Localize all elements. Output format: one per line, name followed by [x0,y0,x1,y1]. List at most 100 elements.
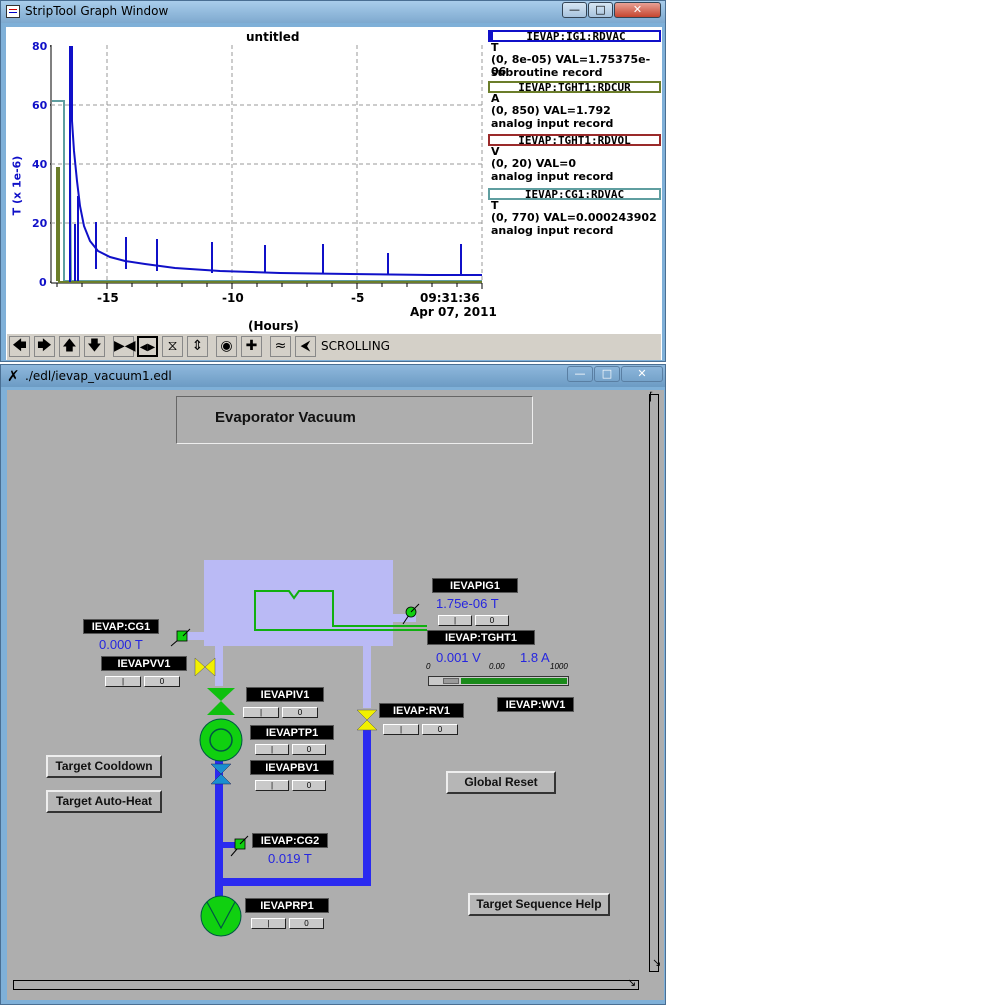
bv1-label-button[interactable]: IEVAPBV1 [250,760,334,775]
iv1-label-button[interactable]: IEVAPIV1 [246,687,324,702]
target-auto-heat-button[interactable]: Target Auto-Heat [46,790,162,813]
vv1-valve-icon [194,657,206,677]
iv1-open-button[interactable]: 0 [282,707,318,718]
rp1-close-button[interactable]: | [251,918,286,929]
scale-mid: 0.00 [489,662,505,671]
target-cooldown-button[interactable]: Target Cooldown [46,755,162,778]
bv1-valve-icon [210,763,232,775]
legend-record: analog input record [491,224,614,237]
tp1-close-button[interactable]: | [255,744,289,755]
legend-item-tght1-vol[interactable]: IEVAP:TGHT1:RDVOL [488,134,661,146]
legend-record: subroutine record [491,66,603,79]
rp1-label-button[interactable]: IEVAPRP1 [245,898,329,913]
autoscale-icon[interactable]: ≈ [270,336,291,357]
window-title: StripTool Graph Window [25,4,169,18]
time-label: 09:31:36 [420,291,480,305]
cg1-label-button[interactable]: IEVAP:CG1 [83,619,159,634]
x-logo-icon: ✗ [7,367,20,385]
tght1-slider[interactable] [428,676,569,686]
rv1-close-button[interactable]: | [383,724,419,735]
arrow-up-icon[interactable]: 🡅 [59,336,80,357]
zoom-out-horizontal-icon[interactable]: ◀▶ [137,336,158,357]
tght1-current: 1.8 A [520,650,550,665]
y-tick-label: 60 [32,99,48,112]
minimize-button[interactable]: — [562,2,587,18]
crosshair-icon[interactable]: ✚ [241,336,262,357]
iv1-close-button[interactable]: | [243,707,279,718]
cg2-value: 0.019 T [268,851,312,866]
legend-range: (0, 850) VAL=1.792 [491,104,611,117]
rv1-valve-icon [356,709,378,721]
zoom-in-horizontal-icon[interactable]: ▶◀ [113,336,136,357]
y-tick-label: 20 [32,217,48,230]
series-tght1-cur-trace [56,167,482,283]
vv1-label-button[interactable]: IEVAPVV1 [101,656,187,671]
zoom-in-vertical-icon[interactable]: ⧖ [162,336,183,357]
y-tick-label: 80 [32,40,48,53]
date-label: Apr 07, 2011 [410,305,497,319]
pause-icon[interactable]: ◉ [216,336,237,357]
target-sequence-help-button[interactable]: Target Sequence Help [468,893,610,916]
legend-item-cg1[interactable]: IEVAP:CG1:RDVAC [488,188,661,200]
maximize-button[interactable]: □ [594,366,620,382]
maximize-button[interactable]: □ [588,2,613,18]
series-cg1-trace [52,100,482,282]
tght1-voltage: 0.001 V [436,650,481,665]
cg1-gauge-icon [170,628,191,647]
strip-plot[interactable] [50,41,490,313]
arrow-left-icon[interactable]: 🡄 [9,336,30,357]
x-tick-label: -5 [351,291,365,305]
tp1-label-button[interactable]: IEVAPTP1 [250,725,334,740]
vv1-open-button[interactable]: 0 [144,676,180,687]
bv1-open-button[interactable]: 0 [292,780,326,791]
global-reset-button[interactable]: Global Reset [446,771,556,794]
iv1-valve-icon [207,688,235,701]
legend-record: analog input record [491,117,614,130]
legend-record: analog input record [491,170,614,183]
zoom-out-vertical-icon[interactable]: ⇕ [187,336,208,357]
vv1-close-button[interactable]: | [105,676,141,687]
striptool-toolbar: 🡄 🡆 🡅 🡇 ▶◀ ◀▶ ⧖ ⇕ ◉ ✚ ≈ ⮜ SCROLLING [7,333,661,360]
ig1-label-button[interactable]: IEVAPIG1 [432,578,518,593]
x-axis-label: (Hours) [248,319,299,333]
bv1-close-button[interactable]: | [255,780,289,791]
legend-item-ig1[interactable]: IEVAP:IG1:RDVAC [488,30,661,42]
legend-item-tght1-cur[interactable]: IEVAP:TGHT1:RDCUR [488,81,661,93]
y-tick-label: 40 [32,158,48,171]
striptool-app-icon [6,5,20,18]
ig1-close-button[interactable]: | [438,615,472,626]
arrow-right-icon[interactable]: 🡆 [34,336,55,357]
minimize-button[interactable]: — [567,366,593,382]
scroll-right-icon[interactable]: ↘ [627,977,636,988]
close-button[interactable]: ✕ [614,2,661,18]
refresh-icon[interactable]: ⮜ [295,336,316,357]
mode-label: SCROLLING [321,339,390,353]
rv1-label-button[interactable]: IEVAP:RV1 [379,703,464,718]
close-button[interactable]: ✕ [621,366,663,382]
striptool-titlebar[interactable]: StripTool Graph Window — □ ✕ [1,1,665,23]
x-tick-label: -10 [222,291,244,305]
y-tick-label: 0 [39,276,47,289]
ig1-open-button[interactable]: 0 [475,615,509,626]
edm-titlebar[interactable]: ✗ ./edl/ievap_vacuum1.edl — □ ✕ [1,365,665,387]
tp1-pump-icon [199,718,243,762]
tght1-label-button[interactable]: IEVAP:TGHT1 [427,630,535,645]
horizontal-scrollbar[interactable] [13,980,639,990]
arrow-down-icon[interactable]: 🡇 [84,336,105,357]
ig1-value: 1.75e-06 T [436,596,499,611]
rp1-pump-icon [200,895,242,937]
striptool-window: StripTool Graph Window — □ ✕ untitled T … [0,0,666,362]
rv1-open-button[interactable]: 0 [422,724,458,735]
rp1-open-button[interactable]: 0 [289,918,324,929]
x-tick-label: -15 [97,291,119,305]
y-axis-label: T (x 1e-6) [10,155,24,216]
cg1-value: 0.000 T [99,637,143,652]
tp1-open-button[interactable]: 0 [292,744,326,755]
legend-range: (0, 20) VAL=0 [491,157,577,170]
scale-min: 0 [426,662,431,671]
cg2-label-button[interactable]: IEVAP:CG2 [252,833,328,848]
tght1-slider-thumb[interactable] [443,678,459,684]
tght1-slider-fill [461,678,567,684]
wv1-label-button[interactable]: IEVAP:WV1 [497,697,574,712]
evaporator-chamber [204,560,393,646]
